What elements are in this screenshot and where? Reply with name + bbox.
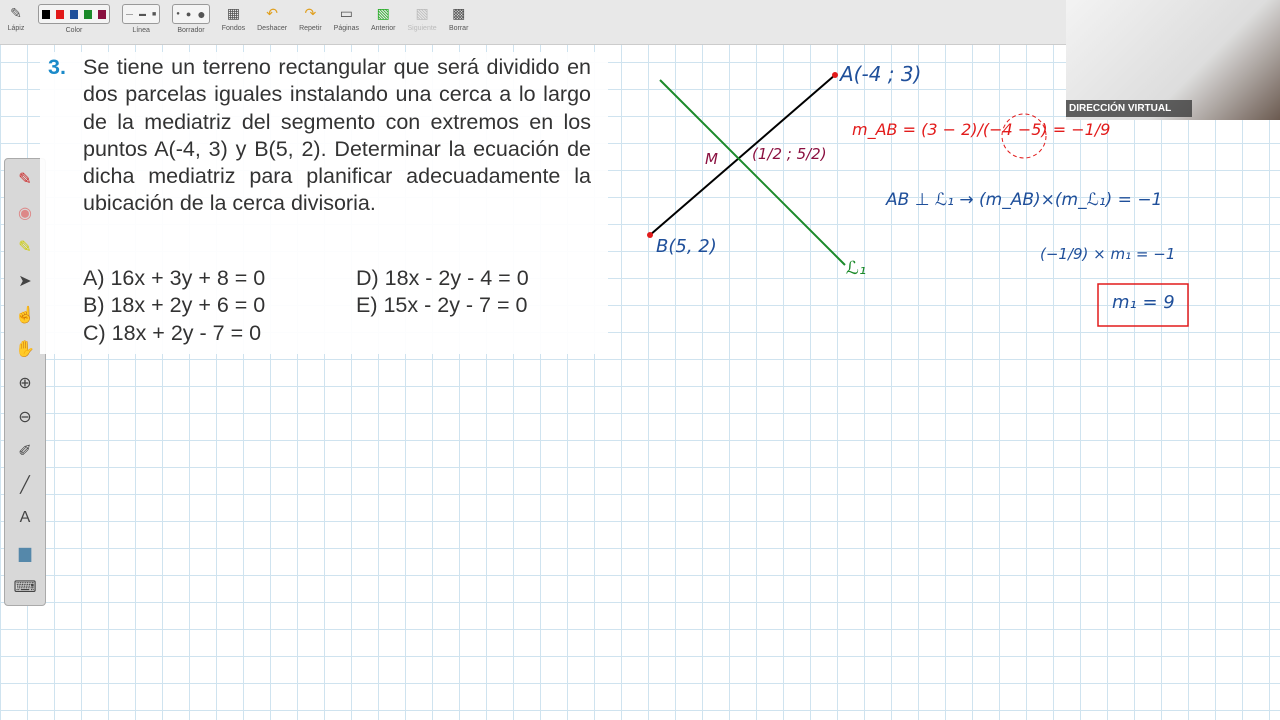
label-a: A(-4 ; 3) [840, 62, 922, 86]
label-b: B(5, 2) [656, 236, 717, 257]
slope-step: (−1/9) × m₁ = −1 [1040, 245, 1176, 263]
webcam-label: DIRECCIÓN VIRTUAL [1066, 100, 1192, 117]
point-b [647, 232, 653, 238]
label-m: M [705, 150, 718, 168]
slope-result: m₁ = 9 [1112, 292, 1175, 313]
point-a [832, 72, 838, 78]
perpendicular-condition: AB ⊥ ℒ₁ → (m_AB)×(m_ℒ₁) = −1 [886, 190, 1163, 210]
midpoint: (1/2 ; 5/2) [752, 145, 827, 163]
label-l1: ℒ₁ [846, 258, 867, 279]
webcam-overlay: DIRECCIÓN VIRTUAL [1066, 0, 1280, 120]
slope-ab: m_AB = (3 − 2)/(−4 −5) = −1/9 [852, 120, 1111, 139]
